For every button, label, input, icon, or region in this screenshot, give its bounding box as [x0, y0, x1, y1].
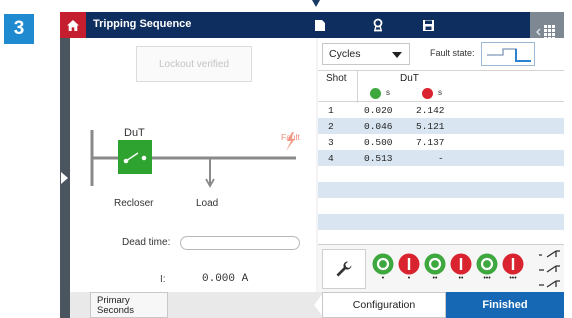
- table-row[interactable]: 1 0.020 2.142: [318, 102, 564, 118]
- switch-mode-stack[interactable]: [536, 247, 564, 293]
- screenshot-root: 3 Tripping Sequence Lockout verified DuT…: [0, 0, 572, 318]
- row-open-time: -: [438, 153, 444, 164]
- table-header: Shot DuT s s: [318, 70, 564, 103]
- wrench-icon: [336, 261, 352, 277]
- circuit-diagram-svg: [90, 130, 296, 188]
- state-open-3-button[interactable]: •••: [502, 253, 524, 283]
- open-state-icon: [422, 88, 433, 99]
- row-closed-time: 0.046: [364, 121, 393, 132]
- table-row-empty: [318, 182, 564, 198]
- badge-button[interactable]: [370, 17, 386, 33]
- state-sequence-bar: • • •• •• ••• •••: [318, 244, 564, 292]
- app-window: Tripping Sequence Lockout verified DuT F…: [60, 12, 564, 318]
- row-shot: 4: [328, 153, 334, 164]
- state-closed-3-button[interactable]: •••: [476, 253, 498, 283]
- state-cycle-dots: •••: [483, 275, 491, 282]
- switch-mode-icon: [539, 250, 560, 288]
- fault-state-label: Fault state:: [430, 48, 475, 58]
- cycles-dropdown-value: Cycles: [329, 48, 361, 60]
- closed-state-icon: [370, 88, 381, 99]
- recloser-label: Recloser: [114, 198, 154, 209]
- open-state-icon: [398, 253, 420, 275]
- cycles-dropdown[interactable]: Cycles: [322, 43, 410, 65]
- chevron-down-icon: [392, 52, 402, 58]
- state-cycle-dots: ••: [432, 275, 438, 282]
- home-button[interactable]: [60, 12, 86, 38]
- shot-results-table: Shot DuT s s 1 0.020 2.142 2 0.046 5.121: [318, 70, 564, 230]
- pointer-marker: [312, 0, 320, 7]
- expand-arrow-icon: [61, 172, 68, 184]
- fault-state-waveform-icon: [487, 48, 531, 62]
- state-closed-1-button[interactable]: •: [372, 253, 394, 283]
- open-state-icon: [450, 253, 472, 275]
- lockout-verified-button[interactable]: Lockout verified: [136, 46, 252, 82]
- state-cycle-dots: •: [407, 275, 411, 282]
- side-expand-strip[interactable]: [60, 38, 70, 318]
- row-open-time: 2.142: [416, 105, 445, 116]
- row-shot: 3: [328, 137, 334, 148]
- finished-button[interactable]: Finished: [446, 292, 564, 318]
- seconds-label: Seconds: [97, 305, 134, 316]
- state-cycle-dots: •••: [509, 275, 517, 282]
- results-panel: Cycles Fault state: Shot DuT s s 1 0.020…: [318, 38, 564, 292]
- table-row[interactable]: 2 0.046 5.121: [318, 118, 564, 134]
- breaker-symbol: [118, 140, 152, 174]
- row-closed-time: 0.500: [364, 137, 393, 148]
- settings-button[interactable]: [322, 249, 366, 289]
- state-cycle-dots: ••: [458, 275, 464, 282]
- circuit-panel: Lockout verified DuT Fault Recloser Load…: [70, 38, 316, 292]
- closed-state-icon: [372, 253, 394, 275]
- document-button[interactable]: [312, 17, 328, 33]
- configuration-button[interactable]: Configuration: [322, 292, 446, 318]
- table-row[interactable]: 3 0.500 7.137: [318, 134, 564, 150]
- fault-label: Fault: [281, 132, 300, 142]
- current-value: 0.000 A: [202, 273, 249, 285]
- row-closed-time: 0.513: [364, 153, 393, 164]
- fault-state-selector[interactable]: [481, 42, 535, 66]
- dead-time-label: Dead time:: [122, 237, 171, 248]
- closed-state-icon: [476, 253, 498, 275]
- closed-unit-label: s: [386, 88, 390, 97]
- table-row-empty: [318, 166, 564, 182]
- row-open-time: 5.121: [416, 121, 445, 132]
- primary-seconds-toggle[interactable]: Primary Seconds: [90, 292, 168, 318]
- state-open-2-button[interactable]: ••: [450, 253, 472, 283]
- document-icon: [315, 19, 325, 31]
- column-header-dut: DuT: [400, 73, 419, 84]
- table-row-empty: [318, 214, 564, 230]
- row-open-time: 7.137: [416, 137, 445, 148]
- closed-state-icon: [424, 253, 446, 275]
- open-unit-label: s: [438, 88, 442, 97]
- current-label: I:: [160, 274, 166, 285]
- title-bar: Tripping Sequence: [60, 12, 564, 52]
- window-title: Tripping Sequence: [93, 18, 192, 30]
- bottom-navigation: Primary Seconds Configuration Finished: [70, 292, 564, 318]
- table-row-empty: [318, 198, 564, 214]
- dut-label: DuT: [124, 127, 145, 139]
- table-row[interactable]: 4 0.513 -: [318, 150, 564, 166]
- dead-time-field[interactable]: [180, 236, 300, 250]
- state-open-1-button[interactable]: •: [398, 253, 420, 283]
- home-icon: [67, 19, 79, 31]
- badge-icon: [373, 18, 383, 32]
- row-shot: 1: [328, 105, 334, 116]
- save-button[interactable]: [420, 17, 436, 33]
- state-closed-2-button[interactable]: ••: [424, 253, 446, 283]
- state-cycle-dots: •: [381, 275, 385, 282]
- load-label: Load: [196, 198, 219, 209]
- open-state-icon: [502, 253, 524, 275]
- save-icon: [422, 19, 434, 31]
- step-number-badge: 3: [4, 14, 34, 44]
- column-divider: [357, 71, 358, 103]
- column-header-shot: Shot: [326, 73, 347, 84]
- row-closed-time: 0.020: [364, 105, 393, 116]
- row-shot: 2: [328, 121, 334, 132]
